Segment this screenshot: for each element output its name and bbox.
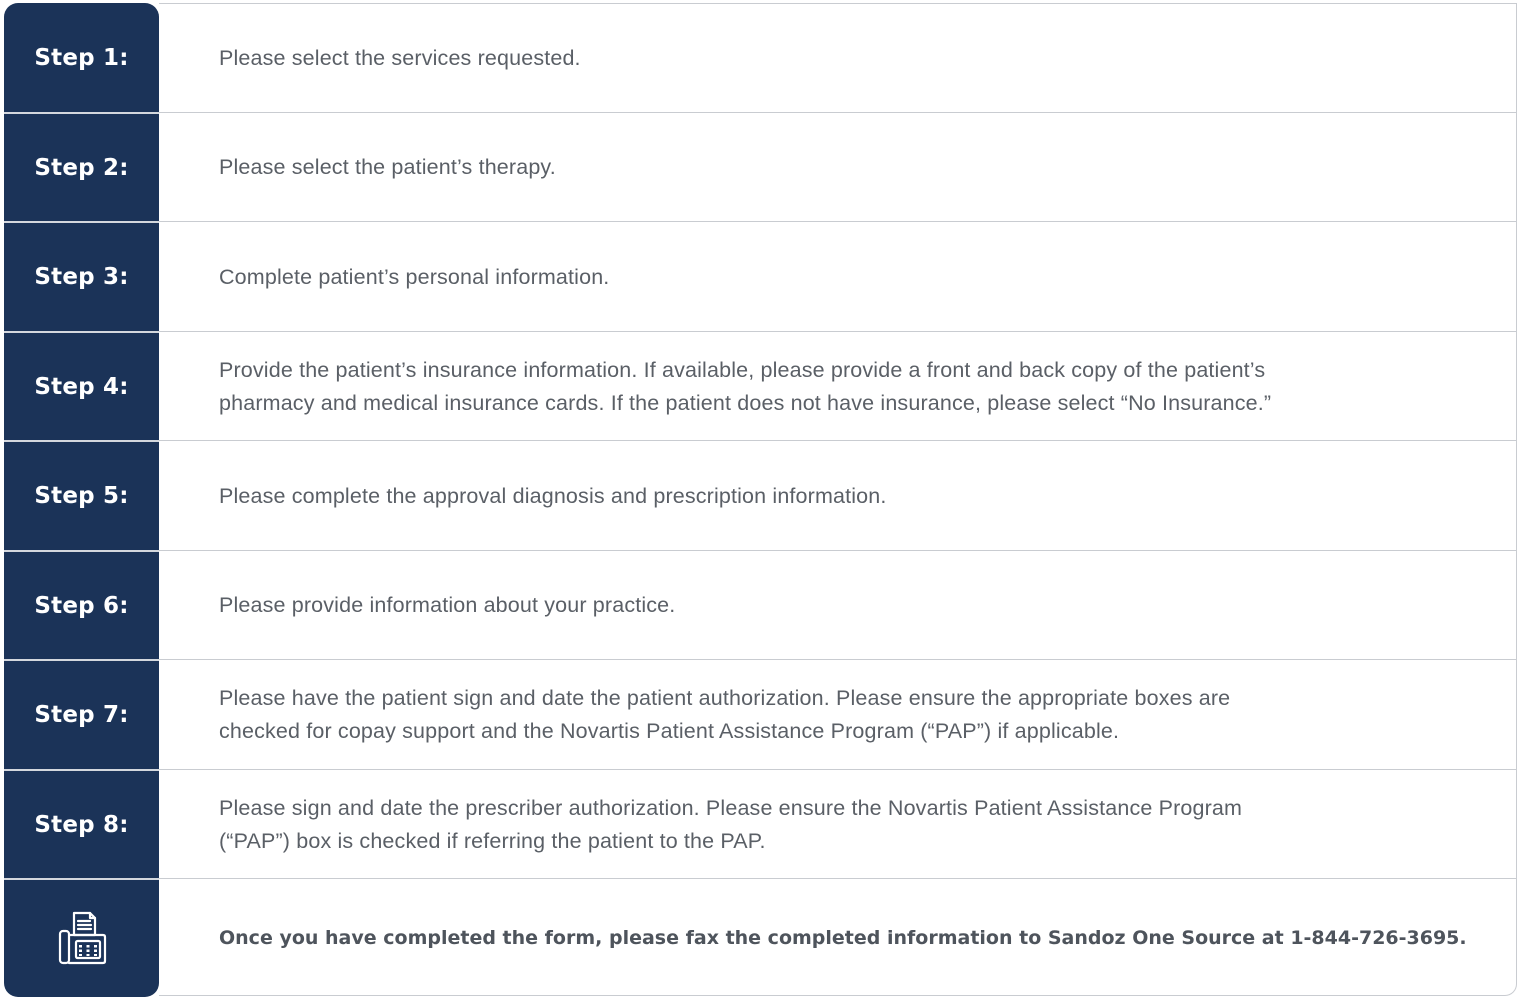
step-instruction: Complete patient’s personal information. — [219, 222, 1478, 332]
instruction-line: Provide the patient’s insurance informat… — [219, 357, 1266, 382]
step-instruction: Please select the patient’s therapy. — [219, 113, 1478, 222]
step-label: Step 5: — [34, 483, 129, 509]
instruction-line: checked for copay support and the Novart… — [219, 719, 1120, 743]
fax-icon-cell — [4, 880, 159, 997]
step-label: Step 8: — [34, 811, 129, 838]
step-instruction: Please complete the approval diagnosis a… — [219, 441, 1478, 551]
step-instruction: Provide the patient’s insurance informat… — [219, 332, 1478, 441]
instruction-line: Please complete the approval diagnosis a… — [219, 483, 887, 508]
step-row-8: Step 8: Please sign and date the prescri… — [4, 770, 1518, 879]
step-instruction: Please have the patient sign and date th… — [219, 660, 1478, 770]
fax-icon — [58, 911, 106, 964]
step-label: Step 6: — [34, 592, 129, 619]
step-row-4: Step 4: Provide the patient’s insurance … — [4, 332, 1518, 441]
step-label: Step 3: — [34, 264, 129, 290]
step-instruction: Please sign and date the prescriber auth… — [219, 770, 1478, 879]
step-label: Step 7: — [34, 702, 129, 728]
instruction-line: Please sign and date the prescriber auth… — [219, 795, 1243, 820]
instructions-table: Step 1: Please select the services reque… — [4, 3, 1518, 997]
instruction-line: Please select the services requested. — [219, 45, 581, 70]
step-label: Step 2: — [34, 154, 129, 181]
fax-row: Once you have completed the form, please… — [4, 880, 1518, 997]
step-instruction: Please select the services requested. — [219, 3, 1478, 113]
row-divider — [159, 878, 1517, 879]
instruction-line: (“PAP”) box is checked if referring the … — [219, 828, 766, 853]
step-row-3: Step 3: Complete patient’s personal info… — [4, 222, 1518, 332]
instruction-line: Please have the patient sign and date th… — [219, 686, 1231, 710]
instruction-line: Please provide information about your pr… — [219, 593, 676, 617]
step-row-6: Step 6: Please provide information about… — [4, 551, 1518, 660]
fax-instruction: Once you have completed the form, please… — [219, 927, 1467, 949]
instruction-line: pharmacy and medical insurance cards. If… — [219, 390, 1272, 415]
step-row-5: Step 5: Please complete the approval dia… — [4, 441, 1518, 551]
step-label: Step 4: — [34, 373, 129, 400]
step-row-1: Step 1: Please select the services reque… — [4, 3, 1518, 113]
step-label: Step 1: — [34, 45, 129, 71]
step-row-7: Step 7: Please have the patient sign and… — [4, 660, 1518, 770]
step-row-2: Step 2: Please select the patient’s ther… — [4, 113, 1518, 222]
instruction-line: Please select the patient’s therapy. — [219, 155, 556, 179]
instruction-line: Complete patient’s personal information. — [219, 264, 610, 289]
step-instruction: Please provide information about your pr… — [219, 551, 1478, 660]
